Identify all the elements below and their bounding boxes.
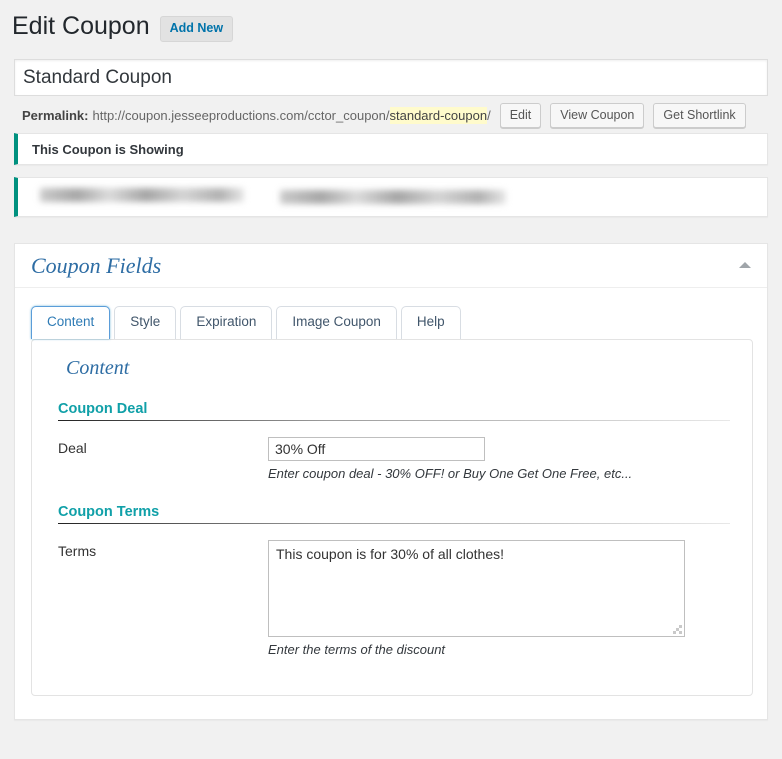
tab-image-coupon[interactable]: Image Coupon <box>276 306 397 339</box>
permalink-slug[interactable]: standard-coupon <box>389 107 488 125</box>
section-divider <box>58 523 730 524</box>
resize-handle-icon[interactable] <box>673 625 682 634</box>
content-tab-panel: Content Coupon Deal Deal Enter coupon de… <box>31 339 753 696</box>
coupon-fields-metabox: Coupon Fields Content Style Expiration Imag… <box>14 243 768 720</box>
get-shortlink-button[interactable]: Get Shortlink <box>653 103 746 129</box>
permalink-base-url[interactable]: http://coupon.jesseeproductions.com/ccto… <box>92 108 389 123</box>
terms-field-label: Terms <box>58 543 97 559</box>
metabox-title: Coupon Fields <box>31 252 162 278</box>
post-title-input[interactable] <box>14 59 768 96</box>
redacted-text-block-right <box>280 190 506 204</box>
permalink-label: Permalink: <box>22 108 89 124</box>
deal-field-control: Enter coupon deal - 30% OFF! or Buy One … <box>268 437 752 481</box>
triangle-up-icon[interactable] <box>739 262 751 268</box>
tab-help[interactable]: Help <box>400 306 461 339</box>
redacted-text-block-left <box>40 188 244 202</box>
field-row-terms: Terms Enter the terms of the discount <box>32 540 752 657</box>
section-title-coupon-deal: Coupon Deal <box>58 401 148 417</box>
section-divider <box>58 420 730 421</box>
permalink-trailing-slash: / <box>487 108 491 124</box>
add-new-button[interactable]: Add New <box>159 15 234 42</box>
page-title: Edit Coupon <box>12 12 150 40</box>
panel-heading: Content <box>66 357 130 379</box>
edit-permalink-button[interactable]: Edit <box>499 103 542 129</box>
field-row-deal: Deal Enter coupon deal - 30% OFF! or Buy… <box>32 437 752 481</box>
terms-field-control: Enter the terms of the discount <box>268 540 752 657</box>
terms-field-help: Enter the terms of the discount <box>268 642 446 657</box>
tab-style[interactable]: Style <box>114 306 177 339</box>
page-header: Edit Coupon Add New <box>12 10 234 43</box>
tab-content[interactable]: Content <box>31 306 111 339</box>
tab-expiration[interactable]: Expiration <box>180 306 273 339</box>
notice-coupon-showing: This Coupon is Showing <box>14 133 768 165</box>
notice-text: This Coupon is Showing <box>32 142 184 157</box>
wp-admin-edit-coupon-page: Edit Coupon Add New Permalink: http://co… <box>0 0 782 759</box>
view-coupon-button[interactable]: View Coupon <box>550 103 645 129</box>
deal-field-help: Enter coupon deal - 30% OFF! or Buy One … <box>268 466 633 481</box>
deal-input[interactable] <box>268 437 485 461</box>
terms-textarea-wrapper <box>268 540 685 637</box>
notice-redacted <box>14 177 768 217</box>
metabox-header[interactable]: Coupon Fields <box>15 244 767 288</box>
tab-bar: Content Style Expiration Image Coupon Help <box>15 288 767 339</box>
terms-textarea[interactable] <box>269 541 684 636</box>
section-title-coupon-terms: Coupon Terms <box>58 504 160 520</box>
permalink-row: Permalink: http://coupon.jesseeproductio… <box>22 103 746 129</box>
deal-field-label: Deal <box>58 440 87 456</box>
